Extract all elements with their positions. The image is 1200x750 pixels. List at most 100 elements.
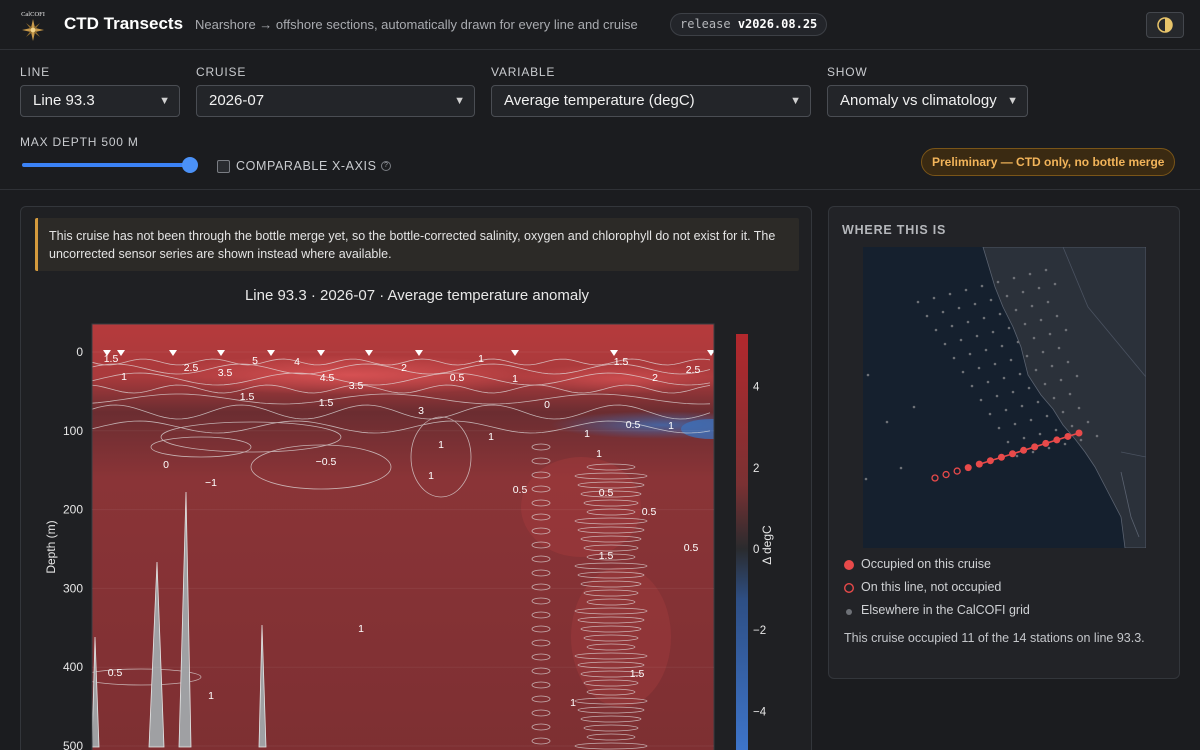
grid-station [1063,442,1067,446]
grid-station [1079,438,1083,442]
contour-label: 0.5 [108,667,123,679]
line-label: LINE [20,65,50,79]
section-chart[interactable]: 1.512.5 3.55 44.53.521.5 1.510.5 11.522.53 00… [21,207,812,750]
grid-station [964,288,968,292]
grid-station [1059,378,1063,382]
grid-station [975,334,979,338]
contour-label: 3.5 [349,380,364,392]
colorbar-label: Δ degC [760,525,774,565]
contour-label: 0.5 [513,484,528,496]
show-select[interactable]: Anomaly vs climatology ▼ [827,85,1028,117]
contour-label: 0.5 [642,506,657,518]
contour-label: −1 [205,477,217,489]
grid-station [1070,424,1074,428]
grid-station [984,348,988,352]
app-subtitle: Nearshore → offshore sections, automatic… [195,17,638,32]
grid-station [1028,272,1032,276]
help-icon[interactable]: ? [381,161,391,171]
grid-station [1055,314,1059,318]
grid-station [979,398,983,402]
colorbar-tick-label: 4 [753,382,760,394]
grid-station [1052,396,1056,400]
grid-station [1025,354,1029,358]
grid-station [899,466,903,470]
grid-station [993,362,997,366]
grid-station [995,394,999,398]
contour-label: 0 [163,459,169,471]
grid-station [1061,410,1065,414]
grid-station [934,328,938,332]
filled-dot-icon [844,560,854,570]
contour-label: 4 [294,356,300,368]
grid-station [1086,420,1090,424]
y-tick-label: 0 [76,345,83,359]
y-tick-label: 400 [63,660,83,674]
grid-station [1043,382,1047,386]
contour-label: 1.5 [104,353,119,365]
theme-toggle-button[interactable] [1146,12,1184,38]
grid-station [1075,374,1079,378]
variable-select[interactable]: Average temperature (degC) ▼ [491,85,811,117]
ring-dot-icon [843,582,855,594]
grid-station [1036,400,1040,404]
grid-station [1006,440,1010,444]
contour-label: 1 [596,448,602,460]
comparable-x-axis-checkbox[interactable] [217,160,230,173]
contour-label: 1.5 [319,397,334,409]
contour-label: 1 [488,431,494,443]
grid-station [970,384,974,388]
grid-station [1015,454,1019,458]
grid-station [925,314,929,318]
grid-station [912,405,916,409]
y-axis-label: Depth (m) [44,520,58,573]
contour-label: 2.5 [686,364,701,376]
contour-label: 3.5 [218,367,233,379]
show-select-value: Anomaly vs climatology [840,92,997,109]
cruise-select[interactable]: 2026-07 ▼ [196,85,475,117]
occupied-station [1053,436,1061,444]
location-panel: WHERE THIS IS Occupied on this cruise On… [828,206,1180,679]
coverage-note: This cruise occupied 11 of the 14 statio… [844,631,1145,645]
app-header: CalCOFI CTD Transects Nearshore → offsho… [0,0,1200,50]
grid-station [1013,422,1017,426]
contour-label: 4.5 [320,372,335,384]
grid-station [1037,286,1041,290]
location-panel-title: WHERE THIS IS [842,223,947,237]
contour-label: 0.5 [626,419,641,431]
occupied-station [1031,443,1039,451]
contour-label: 2 [401,362,407,374]
max-depth-slider[interactable] [22,157,198,173]
cruise-select-value: 2026-07 [209,92,265,109]
grid-station [1053,282,1057,286]
contour-label: 1.5 [240,391,255,403]
occupied-station [1075,429,1083,437]
grid-station [1041,350,1045,354]
grid-station [1002,376,1006,380]
grid-station [959,338,963,342]
grid-station [1012,276,1016,280]
section-heatmap: 1.512.5 3.55 44.53.521.5 1.510.5 11.522.53 00… [92,324,714,750]
grid-station [1021,290,1025,294]
station-map[interactable] [863,247,1146,548]
y-tick-label: 300 [63,581,83,595]
grid-station [1029,418,1033,422]
grid-station [973,302,977,306]
grid-station [1039,318,1043,322]
grid-station [952,356,956,360]
calcofi-logo[interactable]: CalCOFI [16,8,50,42]
line-select[interactable]: Line 93.3 ▼ [20,85,180,117]
grid-station [1032,336,1036,340]
colorbar-tick-label: −2 [753,625,766,637]
contrast-icon [1157,17,1173,33]
grid-station [1031,450,1035,454]
grid-station [1005,294,1009,298]
app-title: CTD Transects [64,14,184,33]
slider-thumb[interactable] [182,157,198,173]
grid-station [1050,364,1054,368]
contour-label: 0.5 [450,372,465,384]
contour-label: 1 [208,690,214,702]
grid-station [1077,406,1081,410]
chevron-down-icon: ▼ [790,95,801,107]
grid-station [1046,300,1050,304]
grid-station [1011,390,1015,394]
